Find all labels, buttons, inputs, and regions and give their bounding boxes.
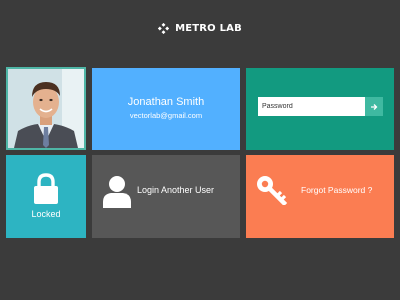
diamond-grid-icon (158, 22, 170, 34)
current-user-tile[interactable]: Jonathan Smith vectorlab@gmail.com (92, 68, 240, 150)
key-icon (257, 176, 288, 205)
arrow-right-icon (371, 103, 378, 110)
login-another-user-label: Login Another User (137, 185, 215, 195)
forgot-password-label: Forgot Password ? (301, 185, 373, 195)
padlock-icon (34, 173, 58, 204)
avatar-tile[interactable] (6, 67, 86, 150)
app-header: METRO LAB (0, 19, 400, 37)
locked-tile[interactable]: Locked (6, 155, 86, 238)
forgot-password-tile[interactable]: Forgot Password ? (246, 155, 394, 238)
submit-password-button[interactable] (365, 97, 383, 116)
login-another-user-tile[interactable]: Login Another User (92, 155, 240, 238)
app-title: METRO LAB (175, 22, 242, 34)
user-silhouette-icon (103, 176, 131, 208)
password-field[interactable] (258, 97, 365, 116)
user-name: Jonathan Smith (127, 96, 205, 108)
avatar (8, 69, 84, 148)
locked-label: Locked (31, 209, 61, 219)
password-tile (246, 68, 394, 150)
user-email: vectorlab@gmail.com (129, 111, 203, 120)
